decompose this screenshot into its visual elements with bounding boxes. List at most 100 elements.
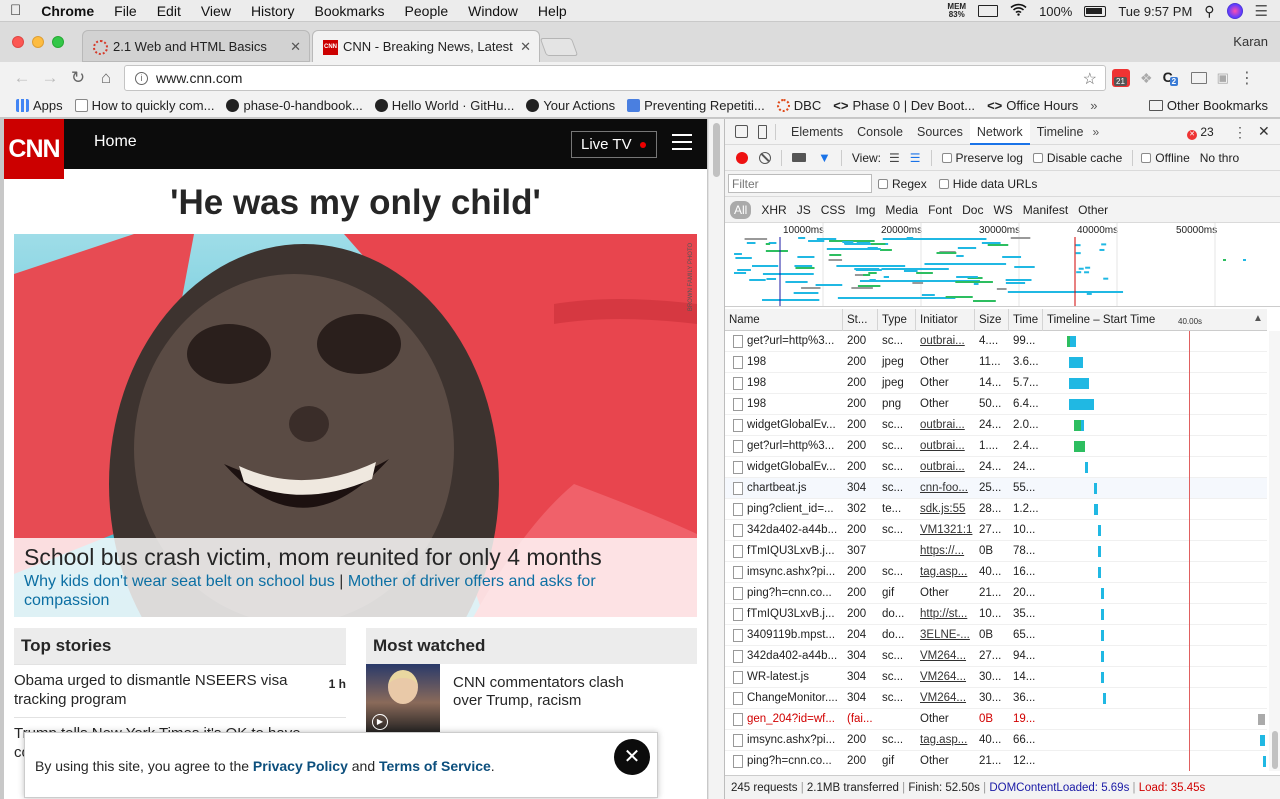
forward-arrow-icon[interactable]: →	[36, 68, 64, 88]
bookmark-phase0-dev[interactable]: <> Phase 0 | Dev Boot...	[827, 98, 981, 113]
devtools-menu-icon[interactable]: ⋮	[1233, 124, 1247, 141]
request-row[interactable]: widgetGlobalEv... 200 sc... outbrai... 24...…	[725, 415, 1267, 436]
throttling-select[interactable]: No thro	[1200, 151, 1239, 165]
request-row[interactable]: imsync.ashx?pi... 200 sc... tag.asp... 40...…	[725, 730, 1267, 751]
list-view-icon[interactable]: ☰	[889, 151, 900, 165]
tab-console[interactable]: Console	[850, 125, 910, 139]
page-scrollbar[interactable]	[708, 119, 724, 799]
request-row[interactable]: chartbeat.js 304 sc... cnn-foo... 25... 55...	[725, 478, 1267, 499]
address-bar[interactable]: i www.cnn.com ☆	[124, 65, 1106, 91]
col-name[interactable]: Name	[725, 309, 843, 331]
memory-indicator[interactable]: MEM 83%	[947, 3, 966, 19]
back-arrow-icon[interactable]: ←	[8, 68, 36, 88]
menu-window[interactable]: Window	[458, 3, 528, 19]
bookmark-dbc[interactable]: DBC	[771, 98, 827, 113]
page-scrollbar-thumb[interactable]	[713, 123, 720, 177]
request-row[interactable]: 198 200 png Other 50... 6.4...	[725, 394, 1267, 415]
info-icon[interactable]: i	[135, 71, 148, 85]
live-tv-button[interactable]: Live TV	[571, 131, 657, 158]
spotlight-search-icon[interactable]: ⚲	[1204, 3, 1214, 20]
request-row[interactable]: ping?client_id=... 302 te... sdk.js:55 28...…	[725, 499, 1267, 520]
hamburger-menu-icon[interactable]	[672, 134, 692, 150]
terms-of-service-link[interactable]: Terms of Service	[379, 758, 491, 774]
bookmark-how-to[interactable]: How to quickly com...	[69, 98, 221, 113]
type-filter-doc[interactable]: Doc	[962, 203, 983, 217]
profile-name[interactable]: Karan	[1233, 34, 1268, 49]
col-type[interactable]: Type	[878, 309, 916, 331]
bookmark-hello-world[interactable]: Hello World · GitHu...	[369, 98, 521, 113]
type-filter-all[interactable]: All	[730, 200, 752, 219]
dropbox-icon[interactable]: ❖	[1140, 70, 1153, 87]
col-size[interactable]: Size	[975, 309, 1009, 331]
clock[interactable]: Tue 9:57 PM	[1118, 4, 1192, 19]
tab-cnn[interactable]: CNN CNN - Breaking News, Latest N ✕	[312, 30, 540, 62]
waterfall-view-icon[interactable]: ☰	[910, 151, 921, 165]
new-tab-button[interactable]	[539, 38, 579, 56]
tab-timeline[interactable]: Timeline	[1030, 125, 1091, 139]
bookmark-star-icon[interactable]: ☆	[1083, 69, 1097, 89]
request-row[interactable]: 198 200 jpeg Other 14... 5.7...	[725, 373, 1267, 394]
offline-checkbox[interactable]: Offline	[1141, 151, 1190, 165]
devtools-scrollbar[interactable]	[1269, 331, 1280, 771]
url-text[interactable]: www.cnn.com	[156, 70, 242, 86]
request-row[interactable]: WR-latest.js 304 sc... VM264... 30... 14...	[725, 667, 1267, 688]
tab-close-icon[interactable]: ✕	[520, 39, 531, 55]
tab-sources[interactable]: Sources	[910, 125, 970, 139]
reload-icon[interactable]: ↻	[64, 68, 92, 88]
request-row[interactable]: ChangeMonitor.... 304 sc... VM264... 30... 36…	[725, 688, 1267, 709]
regex-checkbox[interactable]: Regex	[878, 177, 927, 191]
apple-icon[interactable]: 	[0, 2, 31, 19]
clear-icon[interactable]	[759, 151, 771, 164]
type-filter-font[interactable]: Font	[928, 203, 952, 217]
device-toolbar-icon[interactable]	[758, 124, 767, 139]
type-filter-css[interactable]: CSS	[821, 203, 846, 217]
type-filter-other[interactable]: Other	[1078, 203, 1108, 217]
calendar-extension-icon[interactable]: 21	[1112, 69, 1130, 87]
disable-cache-checkbox[interactable]: Disable cache	[1032, 151, 1122, 165]
bookmark-your-actions[interactable]: Your Actions	[520, 98, 621, 113]
play-icon[interactable]: ▶	[372, 714, 388, 730]
window-zoom-icon[interactable]	[52, 36, 64, 48]
window-minimize-icon[interactable]	[32, 36, 44, 48]
menu-app-name[interactable]: Chrome	[31, 3, 104, 19]
type-filter-img[interactable]: Img	[855, 203, 875, 217]
battery-icon[interactable]	[1084, 5, 1107, 17]
bookmark-phase0-handbook[interactable]: phase-0-handbook...	[220, 98, 368, 113]
col-status[interactable]: St...	[843, 309, 878, 331]
hide-data-urls-checkbox[interactable]: Hide data URLs	[938, 177, 1037, 191]
request-row[interactable]: imsync.ashx?pi... 200 sc... tag.asp... 40...…	[725, 562, 1267, 583]
network-overview[interactable]: 10000ms 20000ms 30000ms 40000ms 50000ms	[725, 223, 1280, 307]
bookmark-office-hours[interactable]: <> Office Hours	[981, 98, 1084, 113]
caption-title[interactable]: School bus crash victim, mom reunited fo…	[24, 544, 602, 571]
menu-edit[interactable]: Edit	[147, 3, 191, 19]
request-row[interactable]: 342da402-a44b... 304 sc... VM264... 27... 94.…	[725, 646, 1267, 667]
type-filter-media[interactable]: Media	[885, 203, 918, 217]
request-row[interactable]: fTmIQU3LxvB.j... 307 https://... 0B 78...	[725, 541, 1267, 562]
menu-history[interactable]: History	[241, 3, 305, 19]
col-initiator[interactable]: Initiator	[916, 309, 975, 331]
type-filter-xhr[interactable]: XHR	[761, 203, 786, 217]
request-row[interactable]: fTmIQU3LxvB.j... 200 do... http://st... 10..…	[725, 604, 1267, 625]
request-row[interactable]: 342da402-a44b... 200 sc... VM1321:1 27... 10.…	[725, 520, 1267, 541]
request-row[interactable]: get?url=http%3... 200 sc... outbrai... 1....…	[725, 436, 1267, 457]
inspect-element-icon[interactable]	[735, 125, 748, 138]
related-link-seatbelt[interactable]: Why kids don't wear seat belt on school …	[24, 573, 335, 590]
request-row[interactable]: 198 200 jpeg Other 11... 3.6...	[725, 352, 1267, 373]
tab-network[interactable]: Network	[969, 119, 1030, 145]
cookie-close-button[interactable]: ✕	[614, 739, 650, 775]
request-row[interactable]: get?url=http%3... 200 sc... outbrai... 4....…	[725, 331, 1267, 352]
error-count[interactable]: ✕ 23	[1187, 125, 1214, 140]
cast-icon[interactable]	[1190, 72, 1207, 84]
preserve-log-checkbox[interactable]: Preserve log	[941, 151, 1023, 165]
privacy-policy-link[interactable]: Privacy Policy	[253, 758, 348, 774]
request-row[interactable]: 3409119b.mpst... 204 do... 3ELNE-... 0B 65...	[725, 625, 1267, 646]
devtools-close-icon[interactable]: ✕	[1258, 123, 1270, 140]
devtools-scrollbar-thumb[interactable]	[1272, 731, 1278, 769]
col-time[interactable]: Time	[1009, 309, 1043, 331]
menu-file[interactable]: File	[104, 3, 147, 19]
wifi-icon[interactable]	[1010, 3, 1027, 19]
tab-elements[interactable]: Elements	[784, 125, 850, 139]
type-filter-manifest[interactable]: Manifest	[1023, 203, 1068, 217]
window-close-icon[interactable]	[12, 36, 24, 48]
menu-bookmarks[interactable]: Bookmarks	[305, 3, 395, 19]
